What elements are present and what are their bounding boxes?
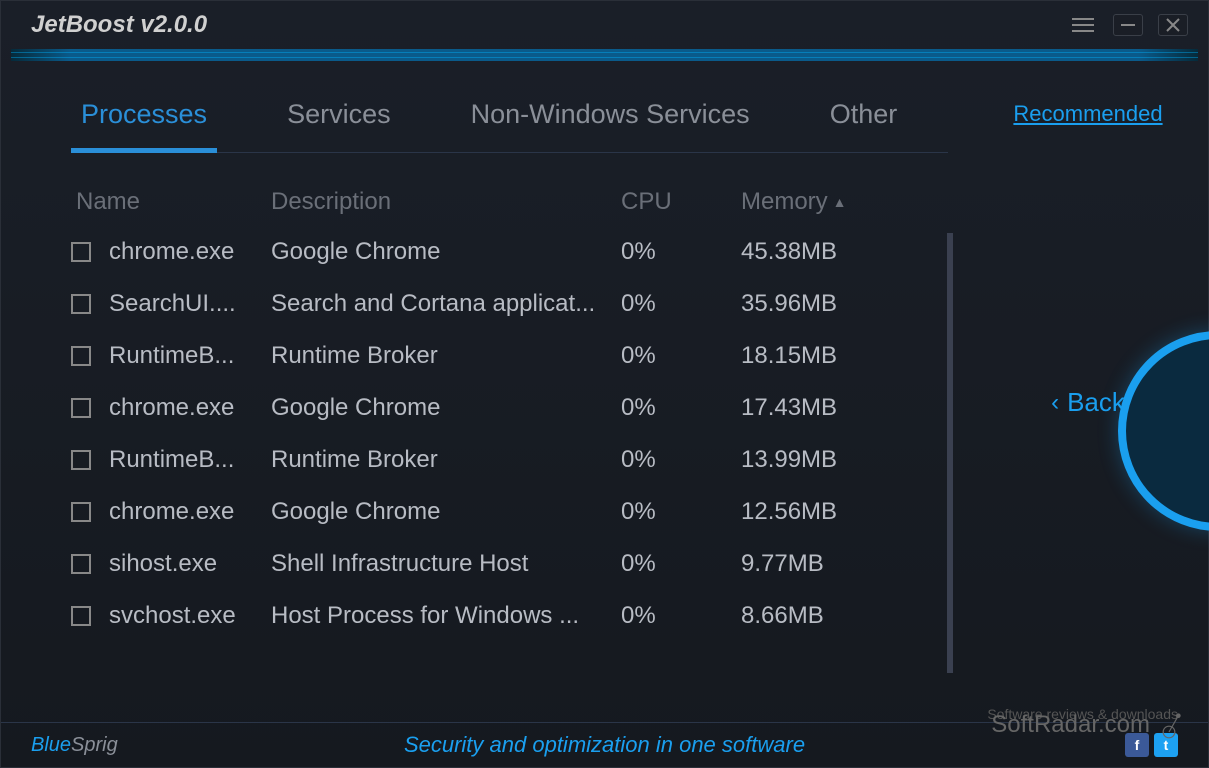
column-memory-label: Memory [741, 188, 828, 216]
tab-non-windows-services[interactable]: Non-Windows Services [461, 91, 760, 152]
cell-memory: 12.56MB [741, 498, 901, 526]
row-checkbox[interactable] [71, 242, 91, 262]
cell-memory: 18.15MB [741, 342, 901, 370]
boost-dial[interactable] [1118, 331, 1209, 531]
tab-bar: Processes Services Non-Windows Services … [71, 91, 948, 153]
content-area: Processes Services Non-Windows Services … [1, 61, 1208, 722]
back-label: Back [1067, 387, 1125, 418]
cell-name: RuntimeB... [109, 446, 234, 474]
row-checkbox[interactable] [71, 346, 91, 366]
column-description[interactable]: Description [271, 188, 621, 216]
tab-services[interactable]: Services [277, 91, 401, 152]
cell-description: Shell Infrastructure Host [271, 550, 621, 578]
cell-cpu: 0% [621, 238, 741, 266]
cell-name: chrome.exe [109, 394, 234, 422]
row-checkbox[interactable] [71, 554, 91, 574]
title-bar: JetBoost v2.0.0 [1, 1, 1208, 49]
row-checkbox[interactable] [71, 450, 91, 470]
row-checkbox[interactable] [71, 606, 91, 626]
radar-icon [1155, 711, 1183, 739]
side-panel: Recommended ‹ Back [988, 61, 1208, 722]
footer-brand[interactable]: BlueSprig [31, 734, 118, 757]
top-border [11, 49, 1198, 61]
tab-processes[interactable]: Processes [71, 91, 217, 153]
row-checkbox[interactable] [71, 398, 91, 418]
cell-memory: 17.43MB [741, 394, 901, 422]
table-row[interactable]: sihost.exe Shell Infrastructure Host0%9.7… [71, 538, 978, 590]
app-window: JetBoost v2.0.0 Processes Services Non-W… [0, 0, 1209, 768]
cell-description: Host Process for Windows ... [271, 602, 621, 630]
cell-cpu: 0% [621, 550, 741, 578]
window-controls [1068, 14, 1188, 36]
back-button[interactable]: ‹ Back [1051, 387, 1125, 418]
cell-description: Google Chrome [271, 238, 621, 266]
table-row[interactable]: RuntimeB... Runtime Broker0%13.99MB [71, 434, 978, 486]
scrollbar[interactable] [947, 233, 953, 673]
cell-name: SearchUI.... [109, 290, 236, 318]
cell-description: Runtime Broker [271, 446, 621, 474]
table-body: chrome.exeGoogle Chrome0%45.38MBSearchUI… [71, 226, 978, 642]
table-row[interactable]: SearchUI.... Search and Cortana applicat.… [71, 278, 978, 330]
cell-memory: 13.99MB [741, 446, 901, 474]
cell-cpu: 0% [621, 602, 741, 630]
cell-cpu: 0% [621, 342, 741, 370]
menu-icon[interactable] [1068, 14, 1098, 36]
process-table: Name Description CPU Memory ▲ chrome.exe… [71, 178, 978, 642]
cell-name: sihost.exe [109, 550, 217, 578]
app-title: JetBoost v2.0.0 [31, 11, 207, 39]
cell-memory: 35.96MB [741, 290, 901, 318]
row-checkbox[interactable] [71, 502, 91, 522]
column-memory[interactable]: Memory ▲ [741, 188, 901, 216]
cell-description: Search and Cortana applicat... [271, 290, 621, 318]
cell-memory: 8.66MB [741, 602, 901, 630]
table-row[interactable]: svchost.exe Host Process for Windows ...0… [71, 590, 978, 642]
cell-memory: 9.77MB [741, 550, 901, 578]
main-panel: Processes Services Non-Windows Services … [1, 61, 988, 722]
cell-cpu: 0% [621, 394, 741, 422]
cell-name: RuntimeB... [109, 342, 234, 370]
cell-description: Runtime Broker [271, 342, 621, 370]
cell-name: chrome.exe [109, 238, 234, 266]
row-checkbox[interactable] [71, 294, 91, 314]
watermark-text: SoftRadar.com [991, 711, 1150, 739]
brand-prefix: Blue [31, 734, 71, 756]
cell-cpu: 0% [621, 446, 741, 474]
column-name[interactable]: Name [71, 188, 271, 216]
table-row[interactable]: chrome.exe Google Chrome0%17.43MB [71, 382, 978, 434]
cell-memory: 45.38MB [741, 238, 901, 266]
watermark: SoftRadar.com [991, 711, 1183, 739]
minimize-button[interactable] [1113, 14, 1143, 36]
cell-cpu: 0% [621, 290, 741, 318]
cell-description: Google Chrome [271, 498, 621, 526]
column-cpu[interactable]: CPU [621, 188, 741, 216]
cell-description: Google Chrome [271, 394, 621, 422]
table-row[interactable]: RuntimeB... Runtime Broker0%18.15MB [71, 330, 978, 382]
table-row[interactable]: chrome.exe Google Chrome0%12.56MB [71, 486, 978, 538]
cell-cpu: 0% [621, 498, 741, 526]
table-header: Name Description CPU Memory ▲ [71, 178, 978, 226]
recommended-link[interactable]: Recommended [1013, 101, 1162, 127]
footer-tagline: Security and optimization in one softwar… [404, 732, 805, 758]
brand-suffix: Sprig [71, 734, 118, 756]
close-button[interactable] [1158, 14, 1188, 36]
tab-other[interactable]: Other [820, 91, 908, 152]
chevron-left-icon: ‹ [1051, 389, 1059, 417]
table-row[interactable]: chrome.exe Google Chrome0%45.38MB [71, 226, 978, 278]
cell-name: svchost.exe [109, 602, 236, 630]
sort-ascending-icon: ▲ [833, 194, 847, 210]
cell-name: chrome.exe [109, 498, 234, 526]
